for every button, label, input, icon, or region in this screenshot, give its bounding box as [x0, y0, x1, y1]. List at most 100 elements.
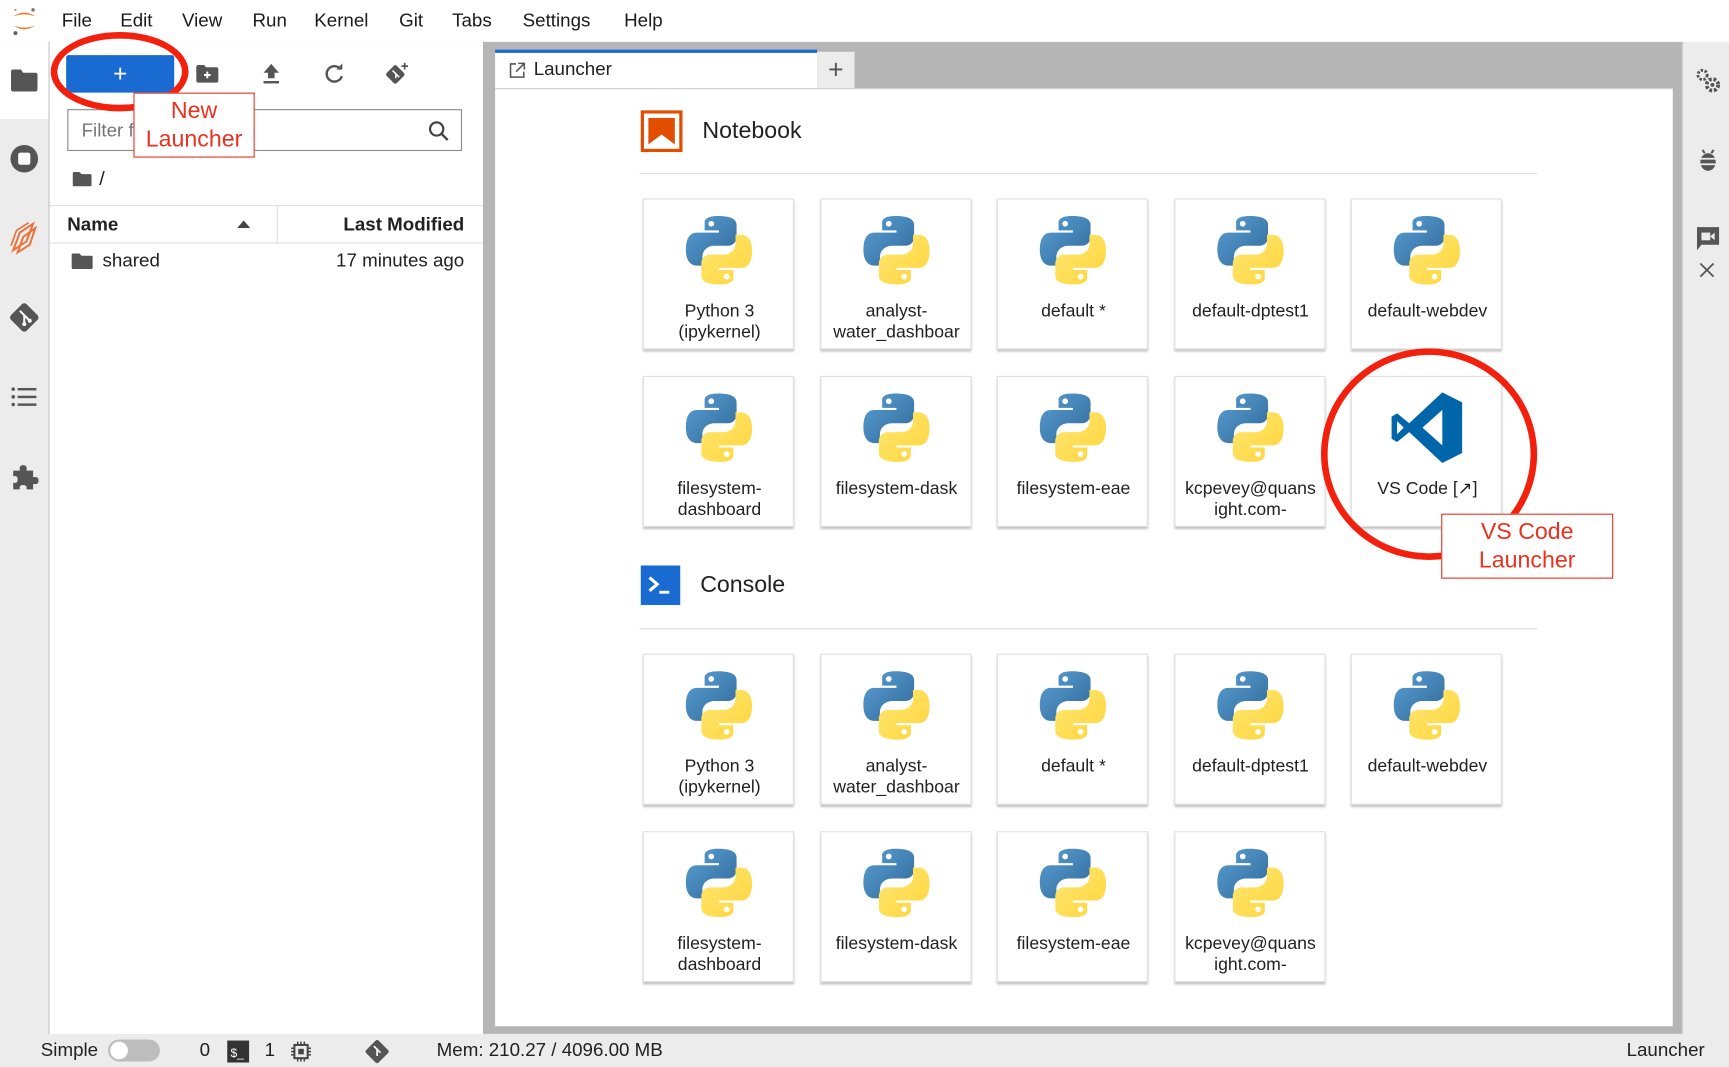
card-label: kcpevey@quans ight.com-: [1185, 934, 1316, 975]
kernel-icon[interactable]: [290, 1041, 312, 1063]
terminal-icon[interactable]: $_: [227, 1040, 250, 1063]
current-activity: Launcher: [1626, 1039, 1705, 1061]
section-divider: [639, 173, 1538, 175]
kernel-launcher-card[interactable]: analyst- water_dashboar: [819, 653, 971, 805]
python-logo-icon: [1393, 671, 1460, 740]
file-name: shared: [102, 250, 160, 272]
home-folder-icon[interactable]: [72, 171, 93, 188]
python-logo-icon: [1039, 671, 1106, 740]
sidebar-tab-file-browser[interactable]: [0, 41, 49, 120]
tab-launcher[interactable]: Launcher: [495, 49, 818, 89]
refresh-button[interactable]: [318, 58, 351, 89]
dask-icon: [10, 221, 38, 255]
column-divider[interactable]: [276, 206, 278, 243]
video-chat-icon[interactable]: [1695, 225, 1721, 251]
sort-ascending-icon[interactable]: [237, 219, 251, 229]
python-logo-icon: [1216, 671, 1283, 740]
notebook-section-header: Notebook: [640, 109, 802, 153]
python-logo-icon: [685, 848, 753, 918]
status-bar: Simple 0 $_ 1 Mem: 210.27 / 4096.00 MB L…: [0, 1033, 1729, 1067]
property-inspector-icon[interactable]: [1694, 66, 1723, 95]
add-tab-button[interactable]: +: [817, 51, 855, 89]
filter-files-field[interactable]: [67, 109, 463, 152]
git-clone-button[interactable]: [380, 58, 413, 89]
menu-help[interactable]: Help: [624, 10, 663, 32]
new-folder-button[interactable]: [191, 58, 224, 89]
python-logo-icon: [1216, 216, 1283, 285]
sidebar-tab-dask[interactable]: [7, 220, 42, 255]
kernel-launcher-card[interactable]: default-dptest1: [1173, 653, 1325, 805]
card-label: default *: [1041, 757, 1106, 776]
column-last-modified-header[interactable]: Last Modified: [343, 214, 464, 236]
file-modified: 17 minutes ago: [336, 250, 465, 272]
simple-mode-toggle[interactable]: [108, 1039, 160, 1062]
menu-view[interactable]: View: [182, 10, 222, 32]
kernel-launcher-card[interactable]: Python 3 (ipykernel): [642, 198, 794, 350]
kernel-launcher-card[interactable]: kcpevey@quans ight.com-: [1173, 831, 1325, 983]
kernel-launcher-card[interactable]: filesystem-dask: [819, 831, 971, 983]
sidebar-tab-extensions[interactable]: [7, 459, 42, 494]
menu-kernel[interactable]: Kernel: [314, 10, 368, 32]
kernel-launcher-card[interactable]: filesystem- dashboard: [642, 375, 794, 527]
python-logo-icon: [685, 671, 753, 740]
menu-run[interactable]: Run: [253, 10, 287, 32]
folder-icon: [11, 69, 38, 92]
right-sidebar: [1681, 41, 1729, 1034]
simple-mode-label: Simple: [40, 1039, 99, 1061]
left-sidebar: [0, 41, 50, 1034]
kernel-launcher-card[interactable]: filesystem- dashboard: [642, 831, 794, 983]
debugger-icon[interactable]: [1696, 147, 1720, 173]
python-logo-icon: [685, 216, 753, 285]
kernels-count[interactable]: 1: [265, 1039, 275, 1061]
kernel-launcher-card[interactable]: Python 3 (ipykernel): [642, 653, 794, 805]
kernel-launcher-card[interactable]: filesystem-eae: [996, 831, 1148, 983]
git-status-icon[interactable]: [364, 1038, 390, 1064]
folder-icon: [71, 253, 93, 269]
sidebar-tab-git[interactable]: [7, 300, 42, 335]
column-name-header[interactable]: Name: [67, 214, 118, 236]
menu-edit[interactable]: Edit: [120, 10, 152, 32]
section-title: Console: [700, 572, 786, 598]
console-icon: [640, 565, 681, 606]
annotation-label-vscode: VS Code Launcher: [1441, 513, 1614, 579]
kernel-launcher-card[interactable]: default *: [996, 653, 1148, 805]
card-label: filesystem-eae: [1016, 934, 1131, 954]
card-label: filesystem-dask: [835, 934, 958, 954]
menu-git[interactable]: Git: [399, 10, 423, 32]
python-logo-icon: [862, 216, 930, 285]
card-label: filesystem-dask: [835, 479, 958, 499]
puzzle-icon: [13, 465, 39, 490]
jupyter-logo-icon: [13, 8, 36, 36]
kernel-launcher-card[interactable]: default-dptest1: [1173, 198, 1325, 350]
card-label: Python 3 (ipykernel): [678, 302, 761, 342]
stop-circle-icon: [10, 144, 39, 173]
svg-text:$_: $_: [230, 1046, 244, 1060]
python-logo-icon: [1393, 216, 1460, 285]
kernel-launcher-card[interactable]: default-webdev: [1350, 198, 1502, 350]
kernel-launcher-card[interactable]: filesystem-dask: [819, 375, 971, 527]
kernel-launcher-card[interactable]: default-webdev: [1350, 653, 1502, 805]
breadcrumb-root[interactable]: /: [99, 168, 105, 191]
card-label: filesystem- dashboard: [677, 934, 762, 975]
plus-icon: +: [828, 54, 844, 85]
menu-tabs[interactable]: Tabs: [452, 10, 492, 32]
python-logo-icon: [1039, 848, 1106, 918]
python-logo-icon: [862, 671, 930, 740]
kernel-launcher-card[interactable]: kcpevey@quans ight.com-: [1173, 375, 1325, 527]
file-browser-panel: + / Name Last Modified: [49, 41, 483, 1034]
kernel-launcher-card[interactable]: analyst- water_dashboar: [819, 198, 971, 350]
refresh-icon: [325, 63, 343, 83]
sidebar-tab-running[interactable]: [7, 141, 42, 176]
kernel-launcher-card[interactable]: default *: [996, 198, 1148, 350]
menu-file[interactable]: File: [62, 10, 92, 32]
upload-button[interactable]: [255, 58, 288, 89]
file-list-item[interactable]: shared 17 minutes ago: [50, 247, 483, 276]
terminals-count[interactable]: 0: [200, 1039, 210, 1061]
close-icon[interactable]: [1699, 262, 1715, 278]
python-logo-icon: [1216, 393, 1283, 462]
menu-settings[interactable]: Settings: [523, 10, 591, 32]
sidebar-tab-toc[interactable]: [7, 379, 42, 414]
python-logo-icon: [1039, 393, 1106, 462]
card-label: analyst- water_dashboar: [833, 302, 960, 342]
kernel-launcher-card[interactable]: filesystem-eae: [996, 375, 1148, 527]
